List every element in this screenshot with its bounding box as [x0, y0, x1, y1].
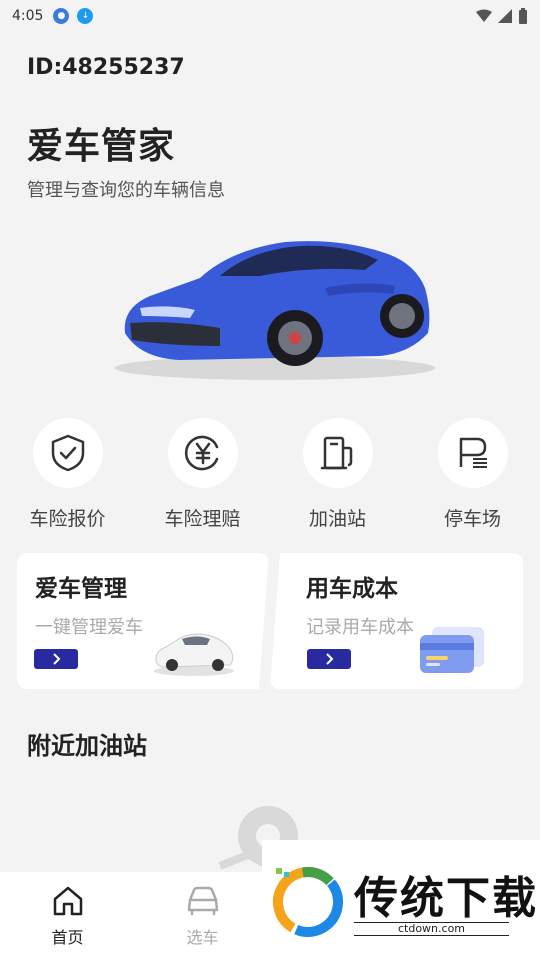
watermark-logo-icon — [273, 867, 343, 937]
tab-home[interactable]: 首页 — [0, 872, 135, 960]
download-icon: ↓ — [77, 8, 94, 24]
quick-action-circle — [167, 418, 238, 488]
tab-choose-car[interactable]: 选车 — [135, 872, 270, 960]
battery-icon — [519, 8, 527, 24]
quick-action-label: 车险报价 — [29, 508, 106, 530]
quick-action-circle — [437, 418, 508, 488]
app-notification-icon: ● — [53, 8, 70, 24]
watermark-logo: 传统下载 ctdown.com — [262, 840, 540, 960]
shield-check-icon — [51, 434, 84, 472]
quick-action-insurance-quote[interactable]: 车险报价 — [0, 418, 135, 531]
status-bar: 4:05 ● ↓ — [0, 0, 540, 32]
page-subtitle: 管理与查询您的车辆信息 — [27, 180, 225, 201]
card-title: 用车成本 — [306, 576, 398, 602]
status-time: 4:05 — [12, 8, 44, 24]
quick-action-label: 停车场 — [443, 508, 501, 530]
car-cost-arrow-button[interactable] — [307, 649, 351, 669]
hero-car-image — [115, 241, 435, 380]
tab-label: 选车 — [186, 928, 219, 947]
car-management-card[interactable]: 爱车管理 一键管理爱车 — [17, 553, 269, 689]
signal-icon — [498, 9, 512, 23]
yen-coin-icon — [184, 435, 218, 471]
quick-action-circle — [302, 418, 373, 488]
fuel-pump-icon — [320, 436, 352, 470]
car-cost-card[interactable]: 用车成本 记录用车成本 — [270, 553, 523, 689]
watermark-text: 传统下载 — [354, 873, 538, 924]
quick-action-gas-station[interactable]: 加油站 — [270, 418, 405, 531]
user-id: ID:48255237 — [27, 55, 185, 80]
parking-icon — [459, 437, 487, 468]
card-title: 爱车管理 — [35, 576, 127, 602]
home-icon — [53, 886, 82, 916]
watermark-url: ctdown.com — [354, 922, 509, 936]
car-icon — [187, 886, 218, 916]
tab-label: 首页 — [51, 928, 84, 947]
quick-action-insurance-claim[interactable]: 车险理赔 — [135, 418, 270, 531]
quick-action-label: 加油站 — [308, 508, 366, 530]
car-management-arrow-button[interactable] — [34, 649, 78, 669]
quick-actions: 车险报价 车险理赔 加油站 停车场 — [0, 418, 540, 531]
chevron-right-icon — [53, 653, 61, 665]
nearby-section-title: 附近加油站 — [27, 732, 147, 760]
credit-card-image — [420, 627, 484, 673]
wifi-icon — [476, 9, 492, 22]
quick-action-circle — [32, 418, 103, 488]
chevron-right-icon — [326, 653, 334, 665]
quick-action-label: 车险理赔 — [164, 508, 241, 530]
white-car-image — [154, 633, 234, 676]
page-title: 爱车管家 — [27, 126, 176, 167]
quick-action-parking[interactable]: 停车场 — [405, 418, 540, 531]
